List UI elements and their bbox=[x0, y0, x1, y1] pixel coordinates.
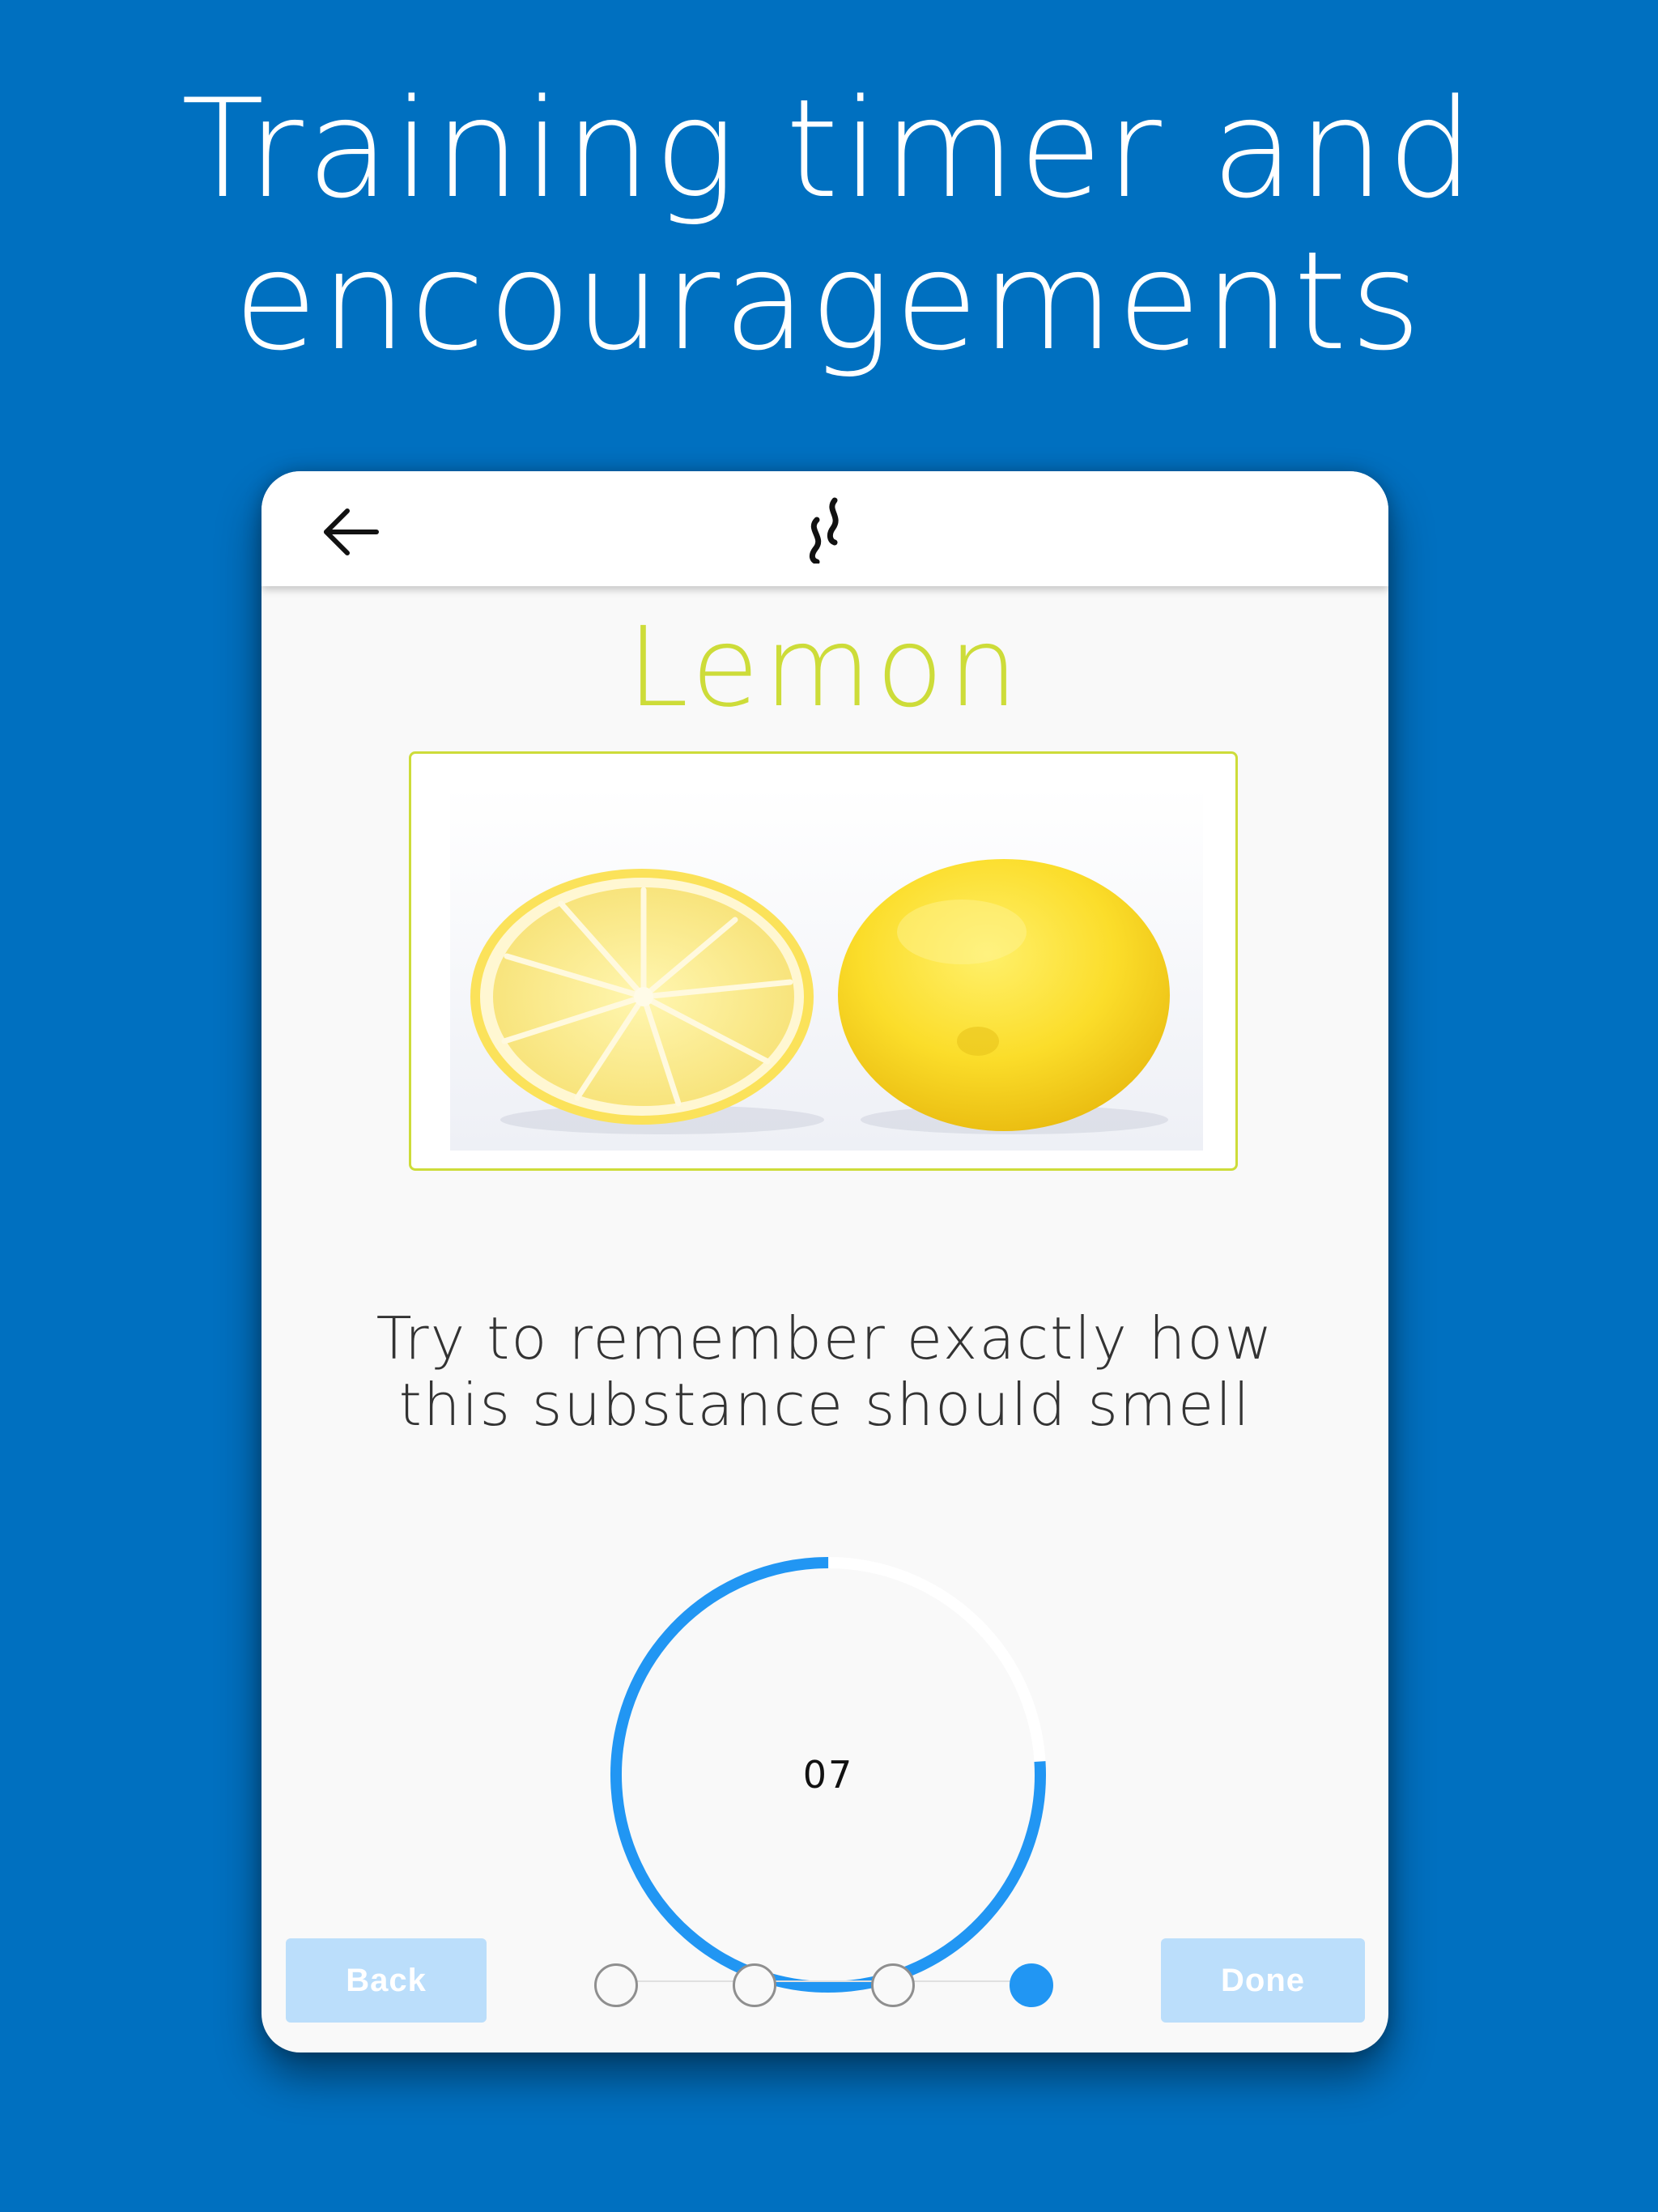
banner-line-1: Training timer and bbox=[181, 70, 1477, 228]
lemon-image bbox=[409, 751, 1238, 1171]
scent-title: Lemon bbox=[627, 604, 1023, 732]
back-button[interactable]: Back bbox=[286, 1938, 487, 2023]
instruction-line-1: Try to remember exactly how bbox=[376, 1304, 1274, 1372]
done-button[interactable]: Done bbox=[1161, 1938, 1365, 2023]
step-dot-1 bbox=[594, 1963, 638, 2007]
step-connector bbox=[616, 1980, 1037, 1982]
instruction-line-2: this substance should smell bbox=[398, 1371, 1252, 1439]
arrow-left-icon[interactable] bbox=[318, 504, 383, 560]
step-indicator bbox=[592, 1956, 1078, 2007]
timer-value: 07 bbox=[802, 1753, 854, 1797]
phone-screen: Lemon Try to remember exactly how this s… bbox=[261, 471, 1388, 2052]
lemon-illustration bbox=[450, 786, 1203, 1151]
instruction-text: Try to remember exactly how this substan… bbox=[261, 1305, 1388, 1438]
step-dot-3 bbox=[871, 1963, 915, 2007]
promo-banner: Training timer and encouragements bbox=[0, 73, 1658, 377]
countdown-timer: 07 bbox=[602, 1548, 1055, 2001]
app-bar bbox=[261, 471, 1388, 586]
step-dot-2 bbox=[733, 1963, 776, 2007]
banner-line-2: encouragements bbox=[233, 222, 1425, 381]
step-dot-4 bbox=[1010, 1963, 1053, 2007]
smell-wave-icon bbox=[809, 497, 839, 564]
